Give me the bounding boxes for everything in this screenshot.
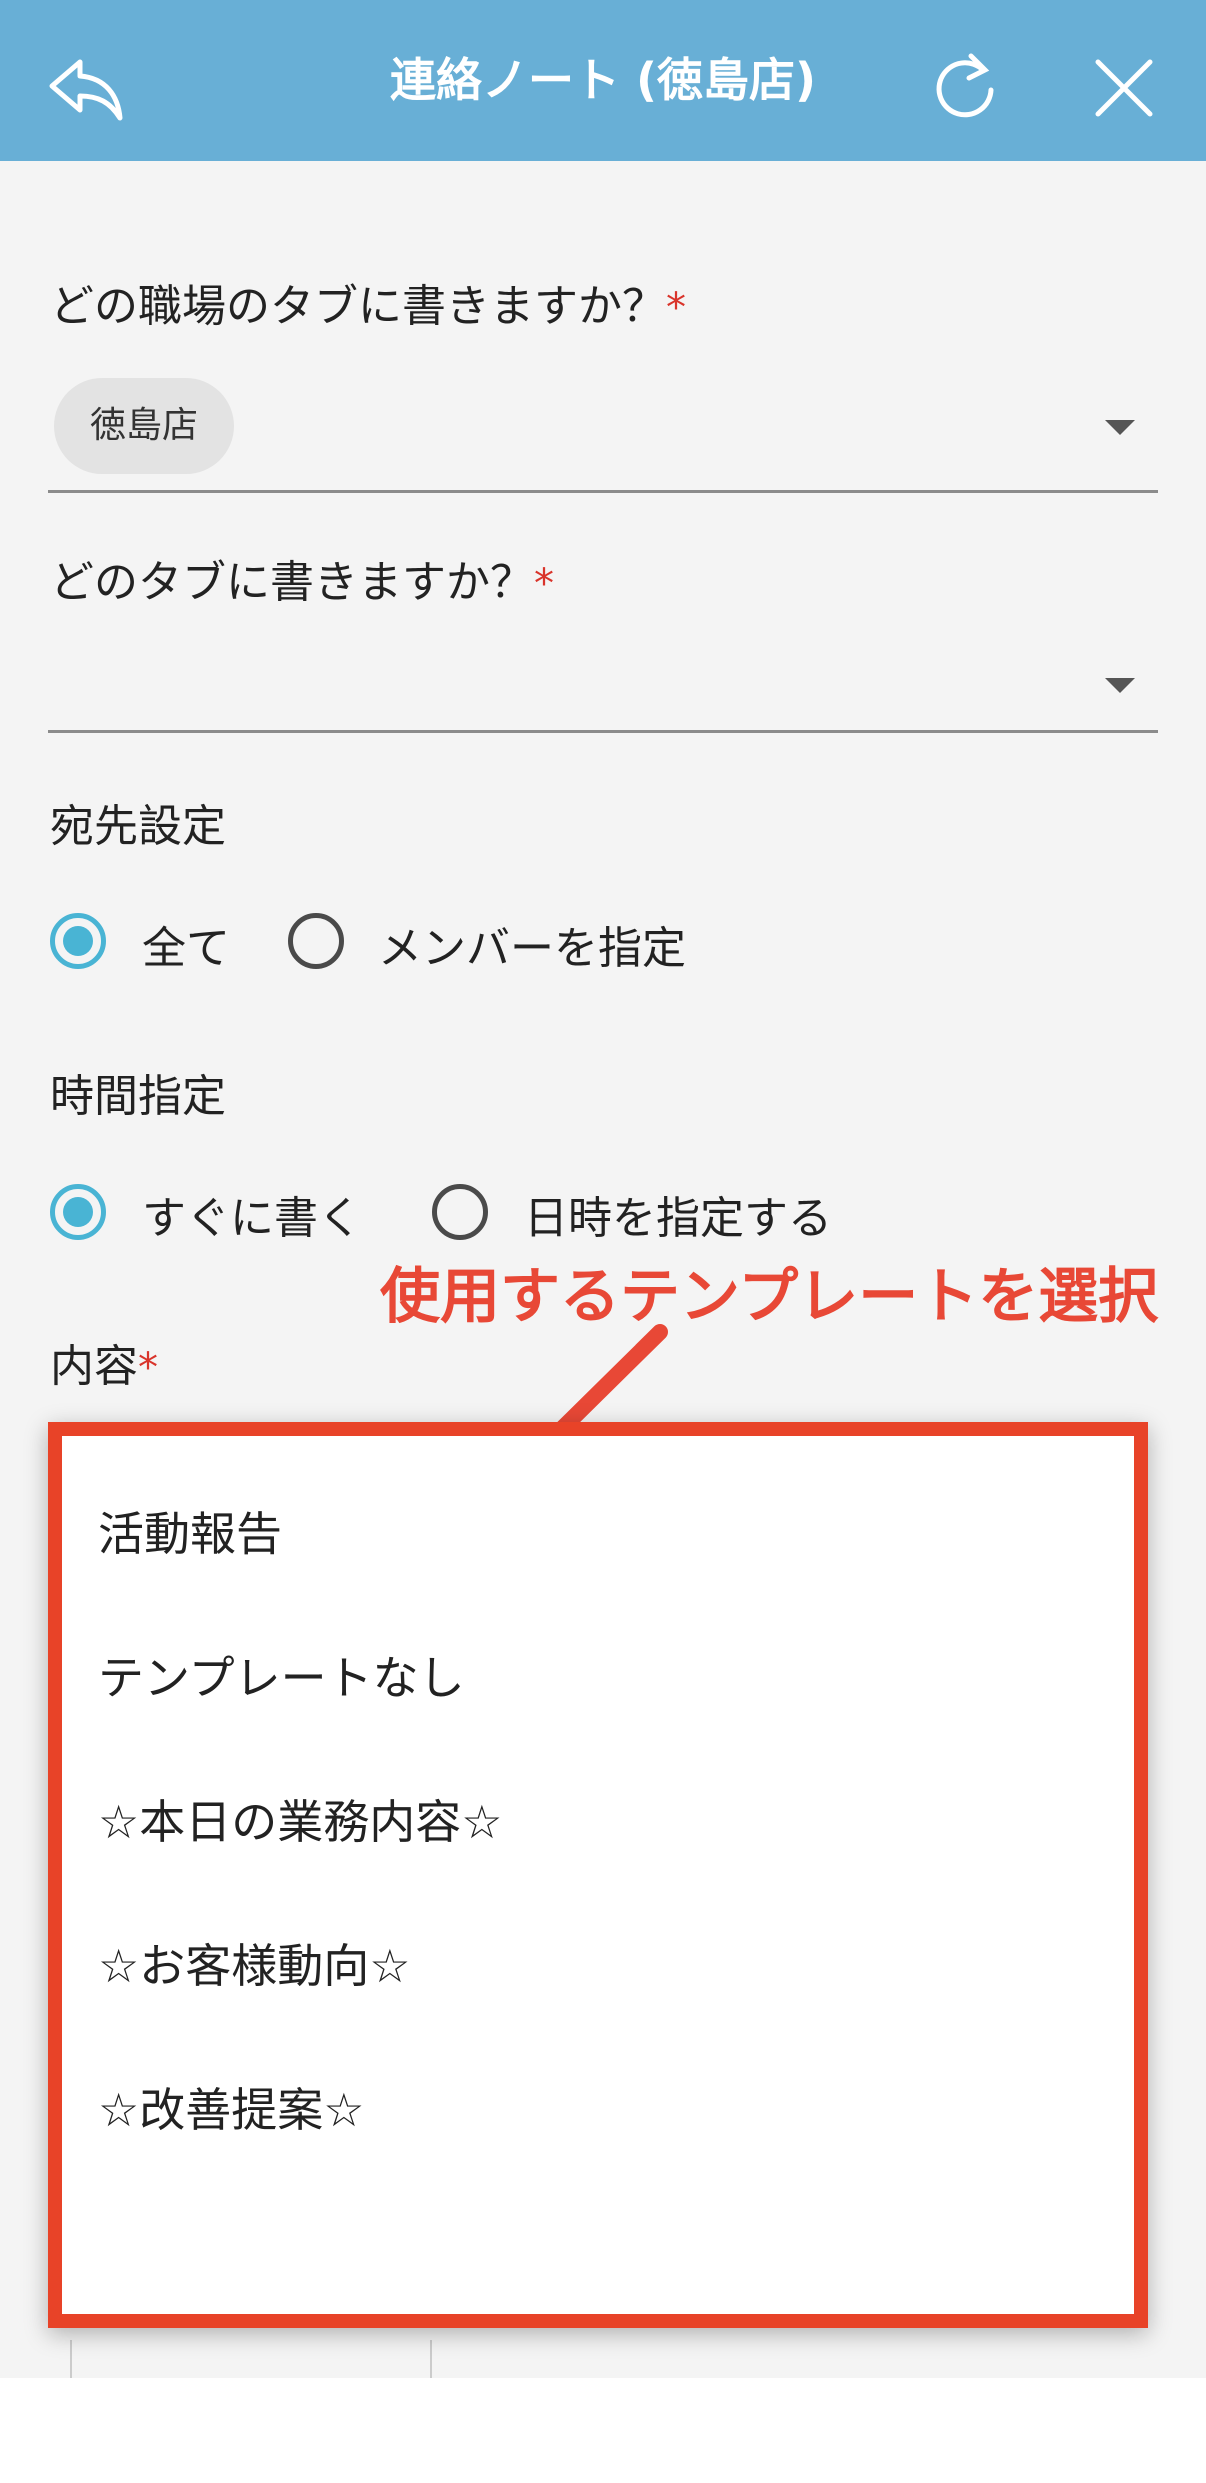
workplace-chip[interactable]: 徳島店 [54,378,235,474]
tab-label: どのタブに書きますか？* [50,557,554,608]
radio-specify-members[interactable] [288,913,344,969]
template-option[interactable]: 活動報告 [98,1498,282,1564]
workplace-label: どの職場のタブに書きますか？* [50,281,686,332]
page-title: 連絡ノート (徳島店) [389,53,817,107]
close-icon[interactable] [1084,48,1164,128]
template-option[interactable]: テンプレートなし [98,1642,465,1708]
tab-select-underline[interactable] [48,730,1158,733]
refresh-icon[interactable] [925,48,1005,128]
radio-all[interactable] [50,913,106,969]
bottom-area [0,2378,1206,2483]
required-mark: * [138,1345,158,1391]
chevron-down-icon[interactable] [1105,420,1135,435]
template-dropdown: 活動報告 テンプレートなし ☆本日の業務内容☆ ☆お客様動向☆ ☆改善提案☆ [48,1422,1148,2328]
required-mark: * [666,285,686,331]
app-header: 連絡ノート (徳島店) [0,0,1206,161]
radio-specify-datetime-label[interactable]: 日時を指定する [524,1182,832,1246]
radio-specify-members-label[interactable]: メンバーを指定 [378,912,686,976]
radio-all-label[interactable]: 全て [142,912,230,976]
chevron-down-icon[interactable] [1105,678,1135,693]
template-option[interactable]: ☆改善提案☆ [98,2074,364,2140]
template-option[interactable]: ☆本日の業務内容☆ [98,1786,502,1852]
radio-write-now-label[interactable]: すぐに書く [142,1182,362,1246]
recipients-label: 宛先設定 [50,801,226,852]
time-label: 時間指定 [50,1071,226,1122]
radio-specify-datetime[interactable] [432,1184,488,1240]
template-option[interactable]: ☆お客様動向☆ [98,1930,410,1996]
content-label: 内容* [50,1341,158,1392]
radio-write-now[interactable] [50,1184,106,1240]
workplace-underline [48,490,1158,493]
required-mark: * [534,561,554,607]
